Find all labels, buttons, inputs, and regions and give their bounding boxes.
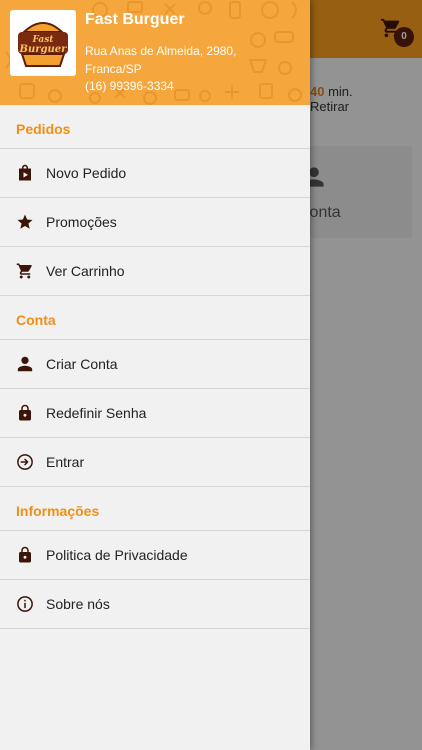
sign-in-icon [17, 454, 33, 470]
lock-icon [19, 404, 31, 421]
menu-item-label: Politica de Privacidade [46, 547, 188, 563]
menu-item-label: Ver Carrinho [46, 263, 125, 279]
person-icon [17, 356, 33, 372]
store-logo: Fast Burguer [10, 10, 76, 76]
menu-item-criar-conta[interactable]: Criar Conta [0, 340, 310, 389]
cart-icon [16, 263, 32, 279]
menu-item-label: Entrar [46, 454, 85, 470]
info-icon [17, 596, 33, 612]
store-name: Fast Burguer [85, 11, 185, 28]
section-title-informacoes: Informações [0, 487, 310, 531]
menu-item-redefinir-senha[interactable]: Redefinir Senha [0, 389, 310, 438]
svg-text:Burguer: Burguer [19, 44, 68, 55]
menu-item-ver-carrinho[interactable]: Ver Carrinho [0, 247, 310, 296]
section-title-conta: Conta [0, 296, 310, 340]
store-address: Rua Anas de Almeida, 2980, Franca/SP [85, 44, 237, 76]
menu-item-label: Criar Conta [46, 356, 118, 372]
navigation-drawer: Fast Burguer Fast Burguer Rua Anas de Al… [0, 0, 310, 750]
menu-item-label: Sobre nós [46, 596, 110, 612]
section-title-pedidos: Pedidos [0, 105, 310, 149]
shopping-bag-icon [19, 164, 31, 181]
star-icon [17, 214, 33, 229]
store-phone: (16) 99396-3334 [85, 79, 174, 93]
menu-item-promocoes[interactable]: Promoções [0, 198, 310, 247]
lock-icon [19, 546, 31, 563]
menu-item-entrar[interactable]: Entrar [0, 438, 310, 487]
menu-item-label: Promoções [46, 214, 117, 230]
menu-item-novo-pedido[interactable]: Novo Pedido [0, 149, 310, 198]
menu-item-label: Novo Pedido [46, 165, 127, 181]
menu-item-sobre-nos[interactable]: Sobre nós [0, 580, 310, 629]
drawer-header: Fast Burguer Fast Burguer Rua Anas de Al… [0, 0, 310, 105]
burger-logo-icon: Fast Burguer [18, 22, 68, 67]
menu-item-label: Redefinir Senha [46, 405, 147, 421]
menu-item-politica-privacidade[interactable]: Politica de Privacidade [0, 531, 310, 580]
